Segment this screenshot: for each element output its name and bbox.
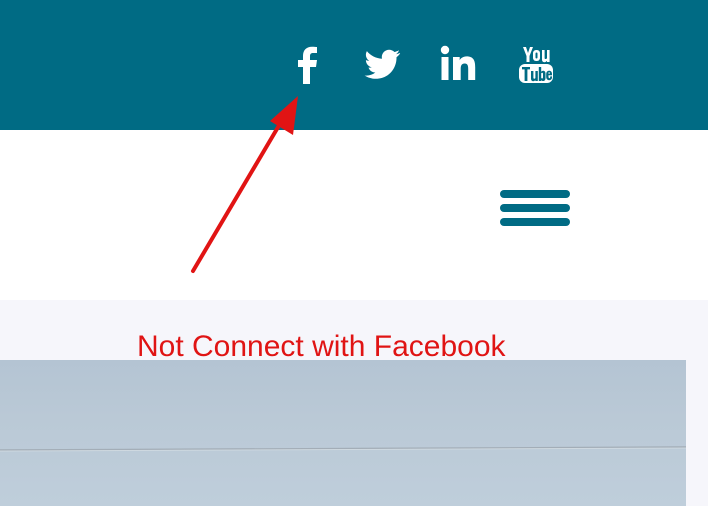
hero-image	[0, 360, 686, 506]
main-content: Not Connect with Facebook	[0, 300, 708, 506]
horizon-line	[0, 446, 686, 452]
facebook-icon	[298, 46, 317, 84]
youtube-link[interactable]	[512, 40, 560, 88]
top-social-bar	[0, 0, 708, 130]
facebook-link[interactable]	[283, 40, 331, 88]
page: Not Connect with Facebook	[0, 0, 708, 506]
twitter-link[interactable]	[359, 40, 407, 88]
menu-bar-middle	[500, 204, 570, 212]
youtube-icon	[519, 47, 553, 83]
hamburger-menu-button[interactable]	[498, 188, 572, 232]
site-header	[0, 130, 708, 300]
linkedin-icon	[440, 45, 476, 80]
menu-bar-bottom	[500, 218, 570, 226]
menu-bar-top	[500, 190, 570, 198]
twitter-icon	[364, 49, 401, 79]
linkedin-link[interactable]	[435, 40, 483, 88]
